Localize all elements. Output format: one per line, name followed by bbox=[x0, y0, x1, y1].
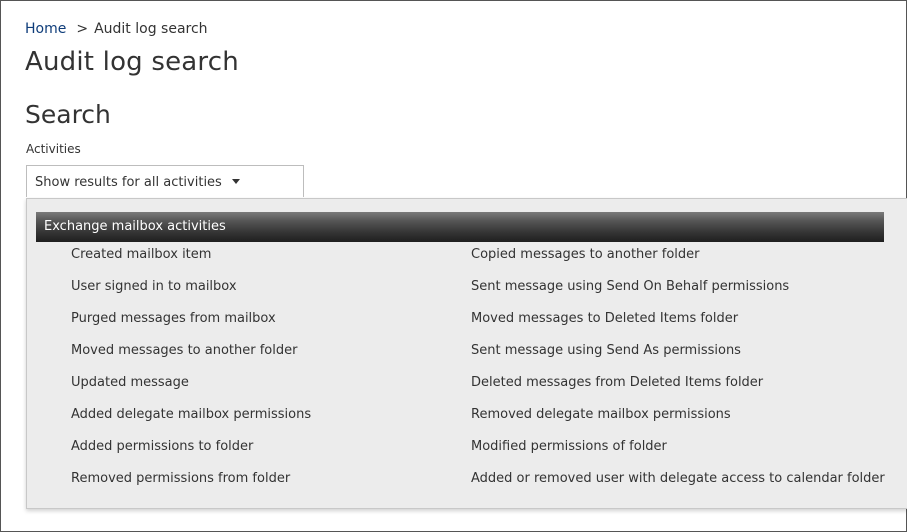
option-removed-delegate-mailbox-permissions[interactable]: Removed delegate mailbox permissions bbox=[471, 405, 731, 425]
option-added-or-removed-calendar-delegate[interactable]: Added or removed user with delegate acce… bbox=[471, 469, 885, 489]
option-updated-message[interactable]: Updated message bbox=[71, 373, 189, 393]
breadcrumb-home-link[interactable]: Home bbox=[25, 21, 66, 37]
audit-log-page: Home > Audit log search Audit log search S… bbox=[0, 0, 907, 532]
breadcrumb-current: Audit log search bbox=[94, 21, 208, 37]
option-removed-permissions-from-folder[interactable]: Removed permissions from folder bbox=[71, 469, 290, 489]
option-modified-permissions-of-folder[interactable]: Modified permissions of folder bbox=[471, 437, 667, 457]
activities-dropdown-panel: Exchange mailbox activities Created mail… bbox=[26, 198, 907, 509]
option-user-signed-in-to-mailbox[interactable]: User signed in to mailbox bbox=[71, 277, 237, 297]
breadcrumb-separator: > bbox=[76, 21, 89, 37]
breadcrumb: Home > Audit log search bbox=[25, 21, 208, 37]
page-title: Audit log search bbox=[25, 47, 239, 77]
chevron-down-icon bbox=[231, 179, 240, 184]
option-added-delegate-mailbox-permissions[interactable]: Added delegate mailbox permissions bbox=[71, 405, 311, 425]
option-moved-messages-to-deleted-items[interactable]: Moved messages to Deleted Items folder bbox=[471, 309, 738, 329]
search-section-title: Search bbox=[25, 100, 111, 129]
group-header-exchange-mailbox: Exchange mailbox activities bbox=[36, 212, 884, 242]
option-sent-message-send-as[interactable]: Sent message using Send As permissions bbox=[471, 341, 741, 361]
option-created-mailbox-item[interactable]: Created mailbox item bbox=[71, 245, 211, 265]
activities-dropdown[interactable]: Show results for all activities bbox=[26, 165, 304, 197]
option-copied-messages-to-another-folder[interactable]: Copied messages to another folder bbox=[471, 245, 700, 265]
option-deleted-messages-from-deleted-items[interactable]: Deleted messages from Deleted Items fold… bbox=[471, 373, 763, 393]
activities-label: Activities bbox=[26, 142, 81, 156]
activities-dropdown-value: Show results for all activities bbox=[35, 175, 222, 190]
option-added-permissions-to-folder[interactable]: Added permissions to folder bbox=[71, 437, 253, 457]
option-moved-messages-to-another-folder[interactable]: Moved messages to another folder bbox=[71, 341, 297, 361]
option-sent-message-send-on-behalf[interactable]: Sent message using Send On Behalf permis… bbox=[471, 277, 789, 297]
option-purged-messages-from-mailbox[interactable]: Purged messages from mailbox bbox=[71, 309, 276, 329]
